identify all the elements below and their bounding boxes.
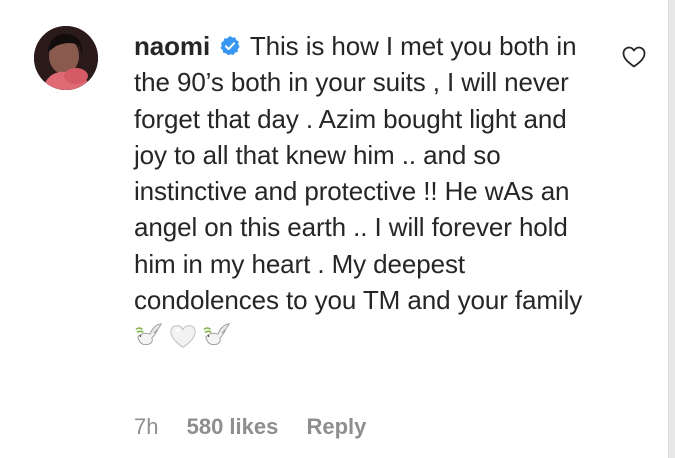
dove-icon (135, 323, 162, 346)
white-heart-icon (170, 325, 196, 349)
dove-icon (203, 323, 230, 346)
likes-count[interactable]: 580 likes (187, 414, 279, 439)
comment-meta: 7h 580 likes Reply (134, 414, 388, 440)
reply-button[interactable]: Reply (306, 414, 366, 439)
avatar[interactable] (34, 26, 98, 90)
avatar-image (34, 26, 98, 90)
scrollbar-track[interactable] (668, 0, 675, 458)
comment-body: naomi This is how I met you both in the … (134, 28, 604, 355)
username-link[interactable]: naomi (134, 31, 210, 61)
verified-badge-icon (220, 35, 240, 56)
timestamp[interactable]: 7h (134, 414, 158, 439)
like-button[interactable] (622, 46, 646, 68)
comment-text: This is how I met you both in the 90’s b… (134, 31, 583, 316)
heart-outline-icon (622, 46, 646, 68)
